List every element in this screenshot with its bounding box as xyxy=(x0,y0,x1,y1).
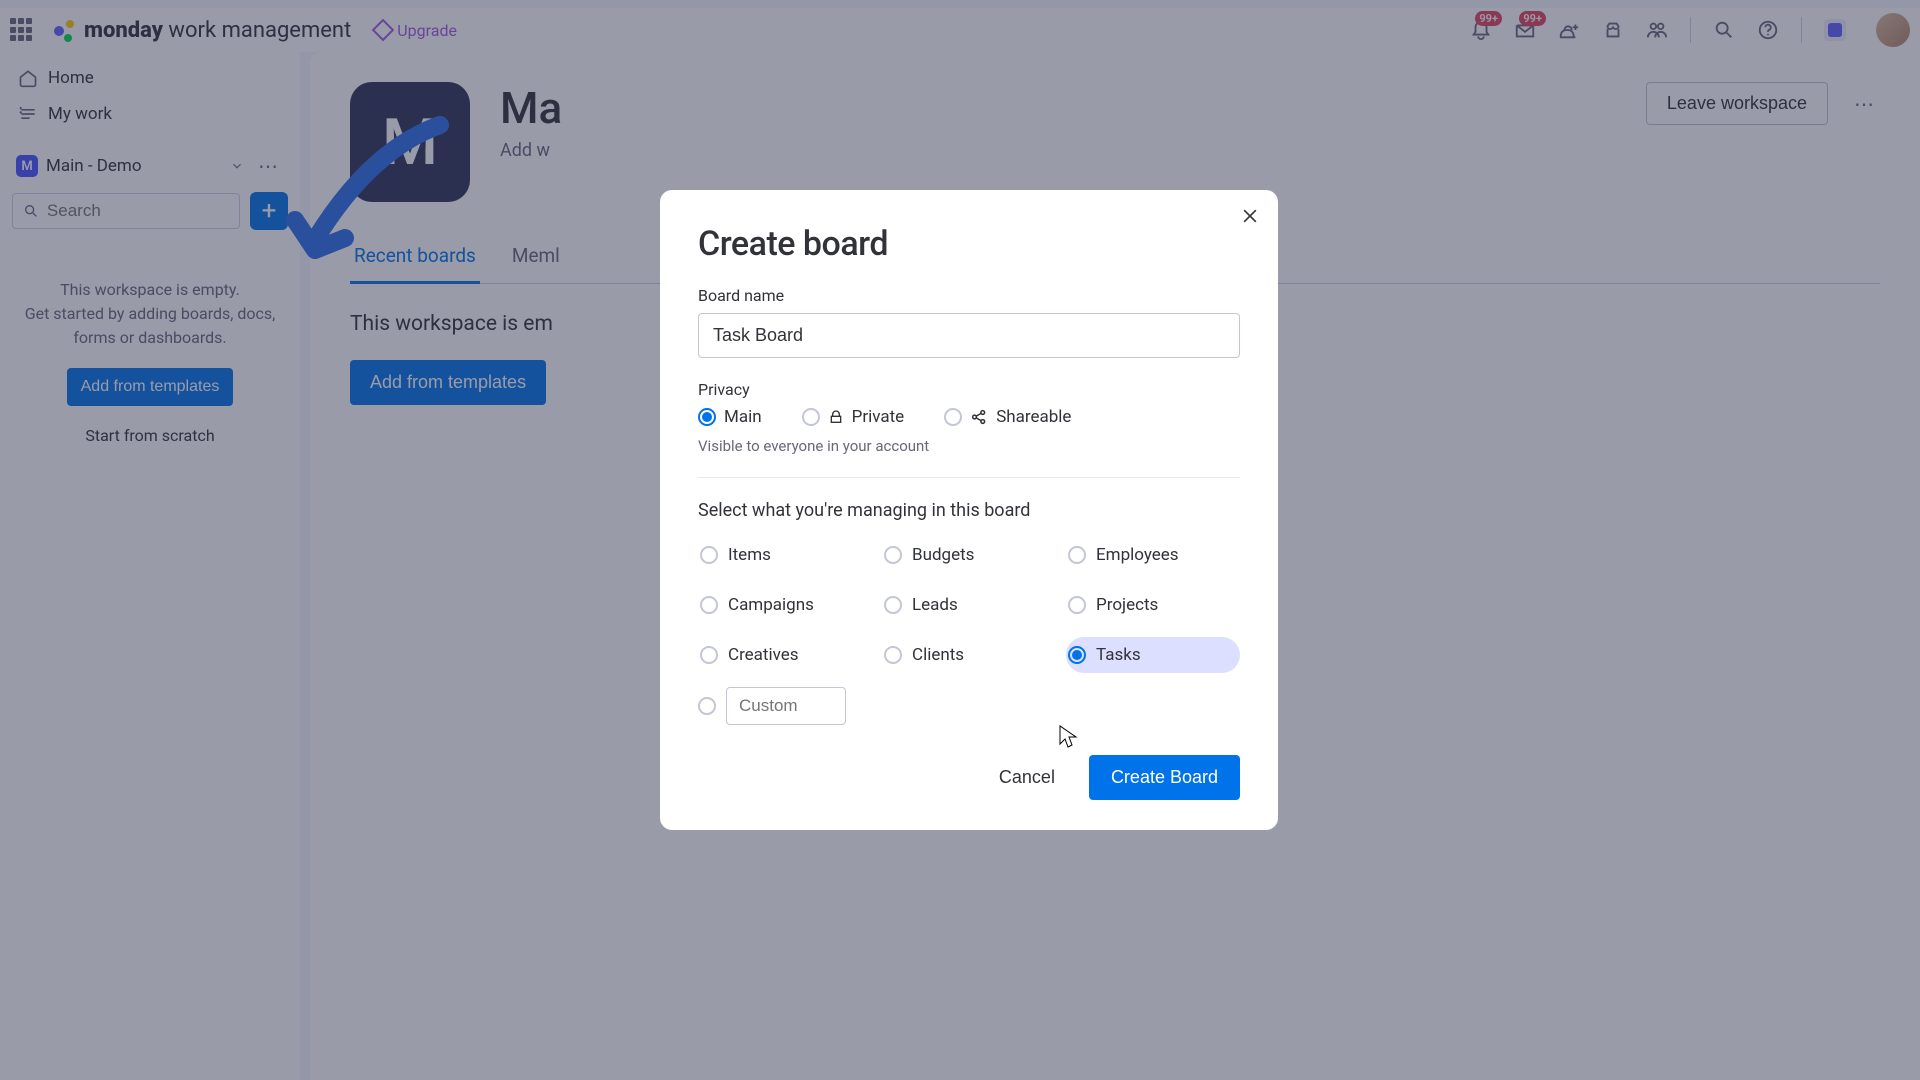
radio-icon xyxy=(884,646,902,664)
share-icon xyxy=(970,408,988,426)
radio-selected-icon xyxy=(698,408,716,426)
radio-icon xyxy=(700,646,718,664)
privacy-main-label: Main xyxy=(724,407,762,427)
modal-title: Create board xyxy=(698,224,1240,264)
privacy-label: Privacy xyxy=(698,380,1240,399)
create-board-modal: Create board Board name Privacy Main Pri… xyxy=(660,190,1278,830)
close-button[interactable] xyxy=(1240,206,1260,226)
privacy-option-private[interactable]: Private xyxy=(802,407,905,427)
manage-option-custom-input[interactable] xyxy=(726,687,846,725)
radio-icon[interactable] xyxy=(698,697,716,715)
privacy-shareable-label: Shareable xyxy=(996,407,1071,427)
manage-option-creatives[interactable]: Creatives xyxy=(698,637,872,673)
manage-option-budgets[interactable]: Budgets xyxy=(882,537,1056,573)
radio-icon xyxy=(944,408,962,426)
radio-icon xyxy=(700,596,718,614)
board-name-label: Board name xyxy=(698,286,1240,305)
radio-icon xyxy=(802,408,820,426)
privacy-option-main[interactable]: Main xyxy=(698,407,762,427)
manage-option-clients[interactable]: Clients xyxy=(882,637,1056,673)
privacy-private-label: Private xyxy=(852,407,905,427)
manage-option-tasks[interactable]: Tasks xyxy=(1066,637,1240,673)
manage-option-employees[interactable]: Employees xyxy=(1066,537,1240,573)
manage-option-campaigns[interactable]: Campaigns xyxy=(698,587,872,623)
radio-icon xyxy=(884,596,902,614)
radio-icon xyxy=(1068,546,1086,564)
lock-icon xyxy=(828,409,844,425)
create-board-button[interactable]: Create Board xyxy=(1089,755,1240,800)
radio-selected-icon xyxy=(1068,646,1086,664)
radio-icon xyxy=(700,546,718,564)
radio-icon xyxy=(1068,596,1086,614)
divider xyxy=(698,477,1240,478)
manage-option-items[interactable]: Items xyxy=(698,537,872,573)
privacy-option-shareable[interactable]: Shareable xyxy=(944,407,1071,427)
manage-option-projects[interactable]: Projects xyxy=(1066,587,1240,623)
board-name-input[interactable] xyxy=(698,313,1240,358)
radio-icon xyxy=(884,546,902,564)
privacy-hint: Visible to everyone in your account xyxy=(698,437,1240,455)
close-icon xyxy=(1240,206,1260,226)
manage-option-leads[interactable]: Leads xyxy=(882,587,1056,623)
managing-label: Select what you're managing in this boar… xyxy=(698,500,1240,521)
cancel-button[interactable]: Cancel xyxy=(985,757,1069,798)
